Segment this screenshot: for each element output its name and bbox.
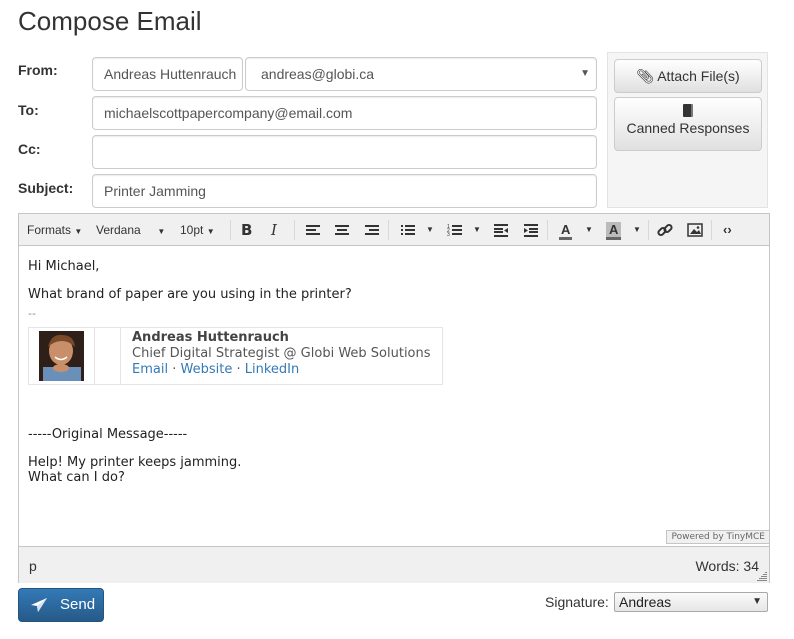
canned-responses-label: Canned Responses — [626, 120, 750, 136]
link-icon[interactable] — [657, 222, 673, 238]
subject-input[interactable]: Printer Jamming — [92, 174, 597, 208]
align-right-icon[interactable] — [364, 222, 380, 238]
original-message-line-2: What can I do? — [28, 470, 125, 485]
bullet-list-dropdown[interactable]: ▼ — [426, 214, 434, 246]
caret-down-icon: ▼ — [74, 227, 83, 236]
signature-photo-cell — [29, 328, 95, 384]
italic-button[interactable]: I — [271, 214, 277, 246]
signature-select[interactable]: Andreas ▼ — [614, 592, 768, 612]
signature-email-link[interactable]: Email — [132, 362, 168, 377]
formats-label: Formats — [27, 223, 72, 237]
editor-statusbar: p Words: 34 — [19, 546, 769, 583]
align-left-icon[interactable] — [305, 222, 321, 238]
signature-role: Chief Digital Strategist @ Globi Web Sol… — [132, 346, 431, 361]
side-panel: 📎︎ Attach File(s) Canned Responses — [607, 52, 768, 208]
from-label: From: — [18, 62, 58, 78]
image-icon[interactable] — [687, 222, 703, 238]
greeting-text: Hi Michael, — [28, 259, 100, 274]
caret-down-icon: ▼ — [157, 227, 166, 236]
signature-select-label: Signature: — [545, 594, 609, 610]
chevron-down-icon: ▼ — [580, 68, 590, 79]
signature-website-link[interactable]: Website — [181, 362, 233, 377]
font-family-label: Verdana — [96, 223, 141, 237]
subject-label: Subject: — [18, 180, 74, 196]
original-message-header: -----Original Message----- — [28, 427, 188, 442]
from-name-input[interactable]: Andreas Huttenrauch — [92, 57, 243, 91]
cc-label: Cc: — [18, 141, 41, 157]
source-code-button[interactable]: ‹› — [723, 214, 732, 246]
text-color-icon: A — [559, 222, 573, 240]
toolbar-divider — [388, 220, 389, 240]
signature-spacer — [95, 328, 121, 384]
text-color-dropdown[interactable]: ▼ — [585, 214, 593, 246]
caret-down-icon: ▼ — [206, 227, 215, 236]
send-label: Send — [60, 596, 96, 613]
body-text: What brand of paper are you using in the… — [28, 287, 352, 302]
from-email-select[interactable]: andreas@globi.ca ▼ — [245, 57, 597, 91]
numbered-list-dropdown[interactable]: ▼ — [473, 214, 481, 246]
signature-block: Andreas Huttenrauch Chief Digital Strate… — [28, 327, 443, 385]
attach-files-button[interactable]: 📎︎ Attach File(s) — [614, 59, 762, 93]
editor-toolbar: Formats ▼ Verdana ▼ 10pt ▼ B I ▼ 123 ▼ A… — [19, 214, 769, 246]
paperclip-icon: 📎︎ — [636, 68, 655, 84]
toolbar-divider — [294, 220, 295, 240]
background-color-icon: A — [606, 222, 622, 240]
background-color-dropdown[interactable]: ▼ — [633, 214, 641, 246]
canned-responses-button[interactable]: Canned Responses — [614, 97, 762, 151]
text-color-button[interactable]: A — [559, 214, 573, 246]
chevron-down-icon: ▼ — [752, 596, 762, 607]
signature-text: Andreas Huttenrauch Chief Digital Strate… — [132, 330, 431, 378]
toolbar-divider — [547, 220, 548, 240]
toolbar-divider — [648, 220, 649, 240]
font-size-label: 10pt — [180, 223, 204, 237]
signature-linkedin-link[interactable]: LinkedIn — [245, 362, 299, 377]
bullet-list-icon[interactable] — [400, 222, 416, 238]
signature-name: Andreas Huttenrauch — [132, 330, 289, 345]
link-separator: · — [236, 362, 241, 377]
align-center-icon[interactable] — [334, 222, 350, 238]
font-size-dropdown[interactable]: 10pt ▼ — [180, 214, 215, 246]
rich-text-editor: Formats ▼ Verdana ▼ 10pt ▼ B I ▼ 123 ▼ A… — [18, 213, 770, 583]
italic-icon: I — [271, 221, 277, 239]
formats-dropdown[interactable]: Formats ▼ — [27, 214, 82, 246]
code-icon: ‹› — [723, 222, 732, 237]
page-title: Compose Email — [18, 6, 202, 36]
bold-icon: B — [241, 221, 253, 239]
book-icon — [683, 104, 693, 117]
link-separator: · — [172, 362, 177, 377]
toolbar-divider — [711, 220, 712, 240]
from-email-value: andreas@globi.ca — [261, 66, 375, 82]
toolbar-divider — [230, 220, 231, 240]
font-family-dropdown[interactable]: Verdana ▼ — [96, 214, 165, 246]
attach-files-label: Attach File(s) — [657, 68, 740, 84]
resize-handle-icon[interactable] — [757, 571, 767, 581]
indent-icon[interactable] — [523, 222, 539, 238]
outdent-icon[interactable] — [493, 222, 509, 238]
avatar — [39, 331, 84, 381]
element-path[interactable]: p — [29, 558, 37, 574]
signature-separator: -- — [28, 307, 36, 320]
word-count: Words: 34 — [695, 558, 759, 574]
send-button[interactable]: Send — [18, 588, 104, 622]
to-input[interactable]: michaelscottpapercompany@email.com — [92, 96, 597, 130]
bold-button[interactable]: B — [241, 214, 252, 246]
svg-text:3: 3 — [447, 232, 450, 238]
numbered-list-icon[interactable]: 123 — [447, 222, 463, 238]
original-message-line-1: Help! My printer keeps jamming. — [28, 455, 242, 470]
editor-content[interactable]: Hi Michael, What brand of paper are you … — [19, 246, 769, 546]
paper-plane-icon — [31, 598, 47, 612]
signature-select-value: Andreas — [619, 594, 672, 610]
to-label: To: — [18, 102, 39, 118]
background-color-button[interactable]: A — [606, 214, 622, 246]
cc-input[interactable] — [92, 135, 597, 169]
powered-by-tinymce[interactable]: Powered by TinyMCE — [666, 530, 769, 544]
